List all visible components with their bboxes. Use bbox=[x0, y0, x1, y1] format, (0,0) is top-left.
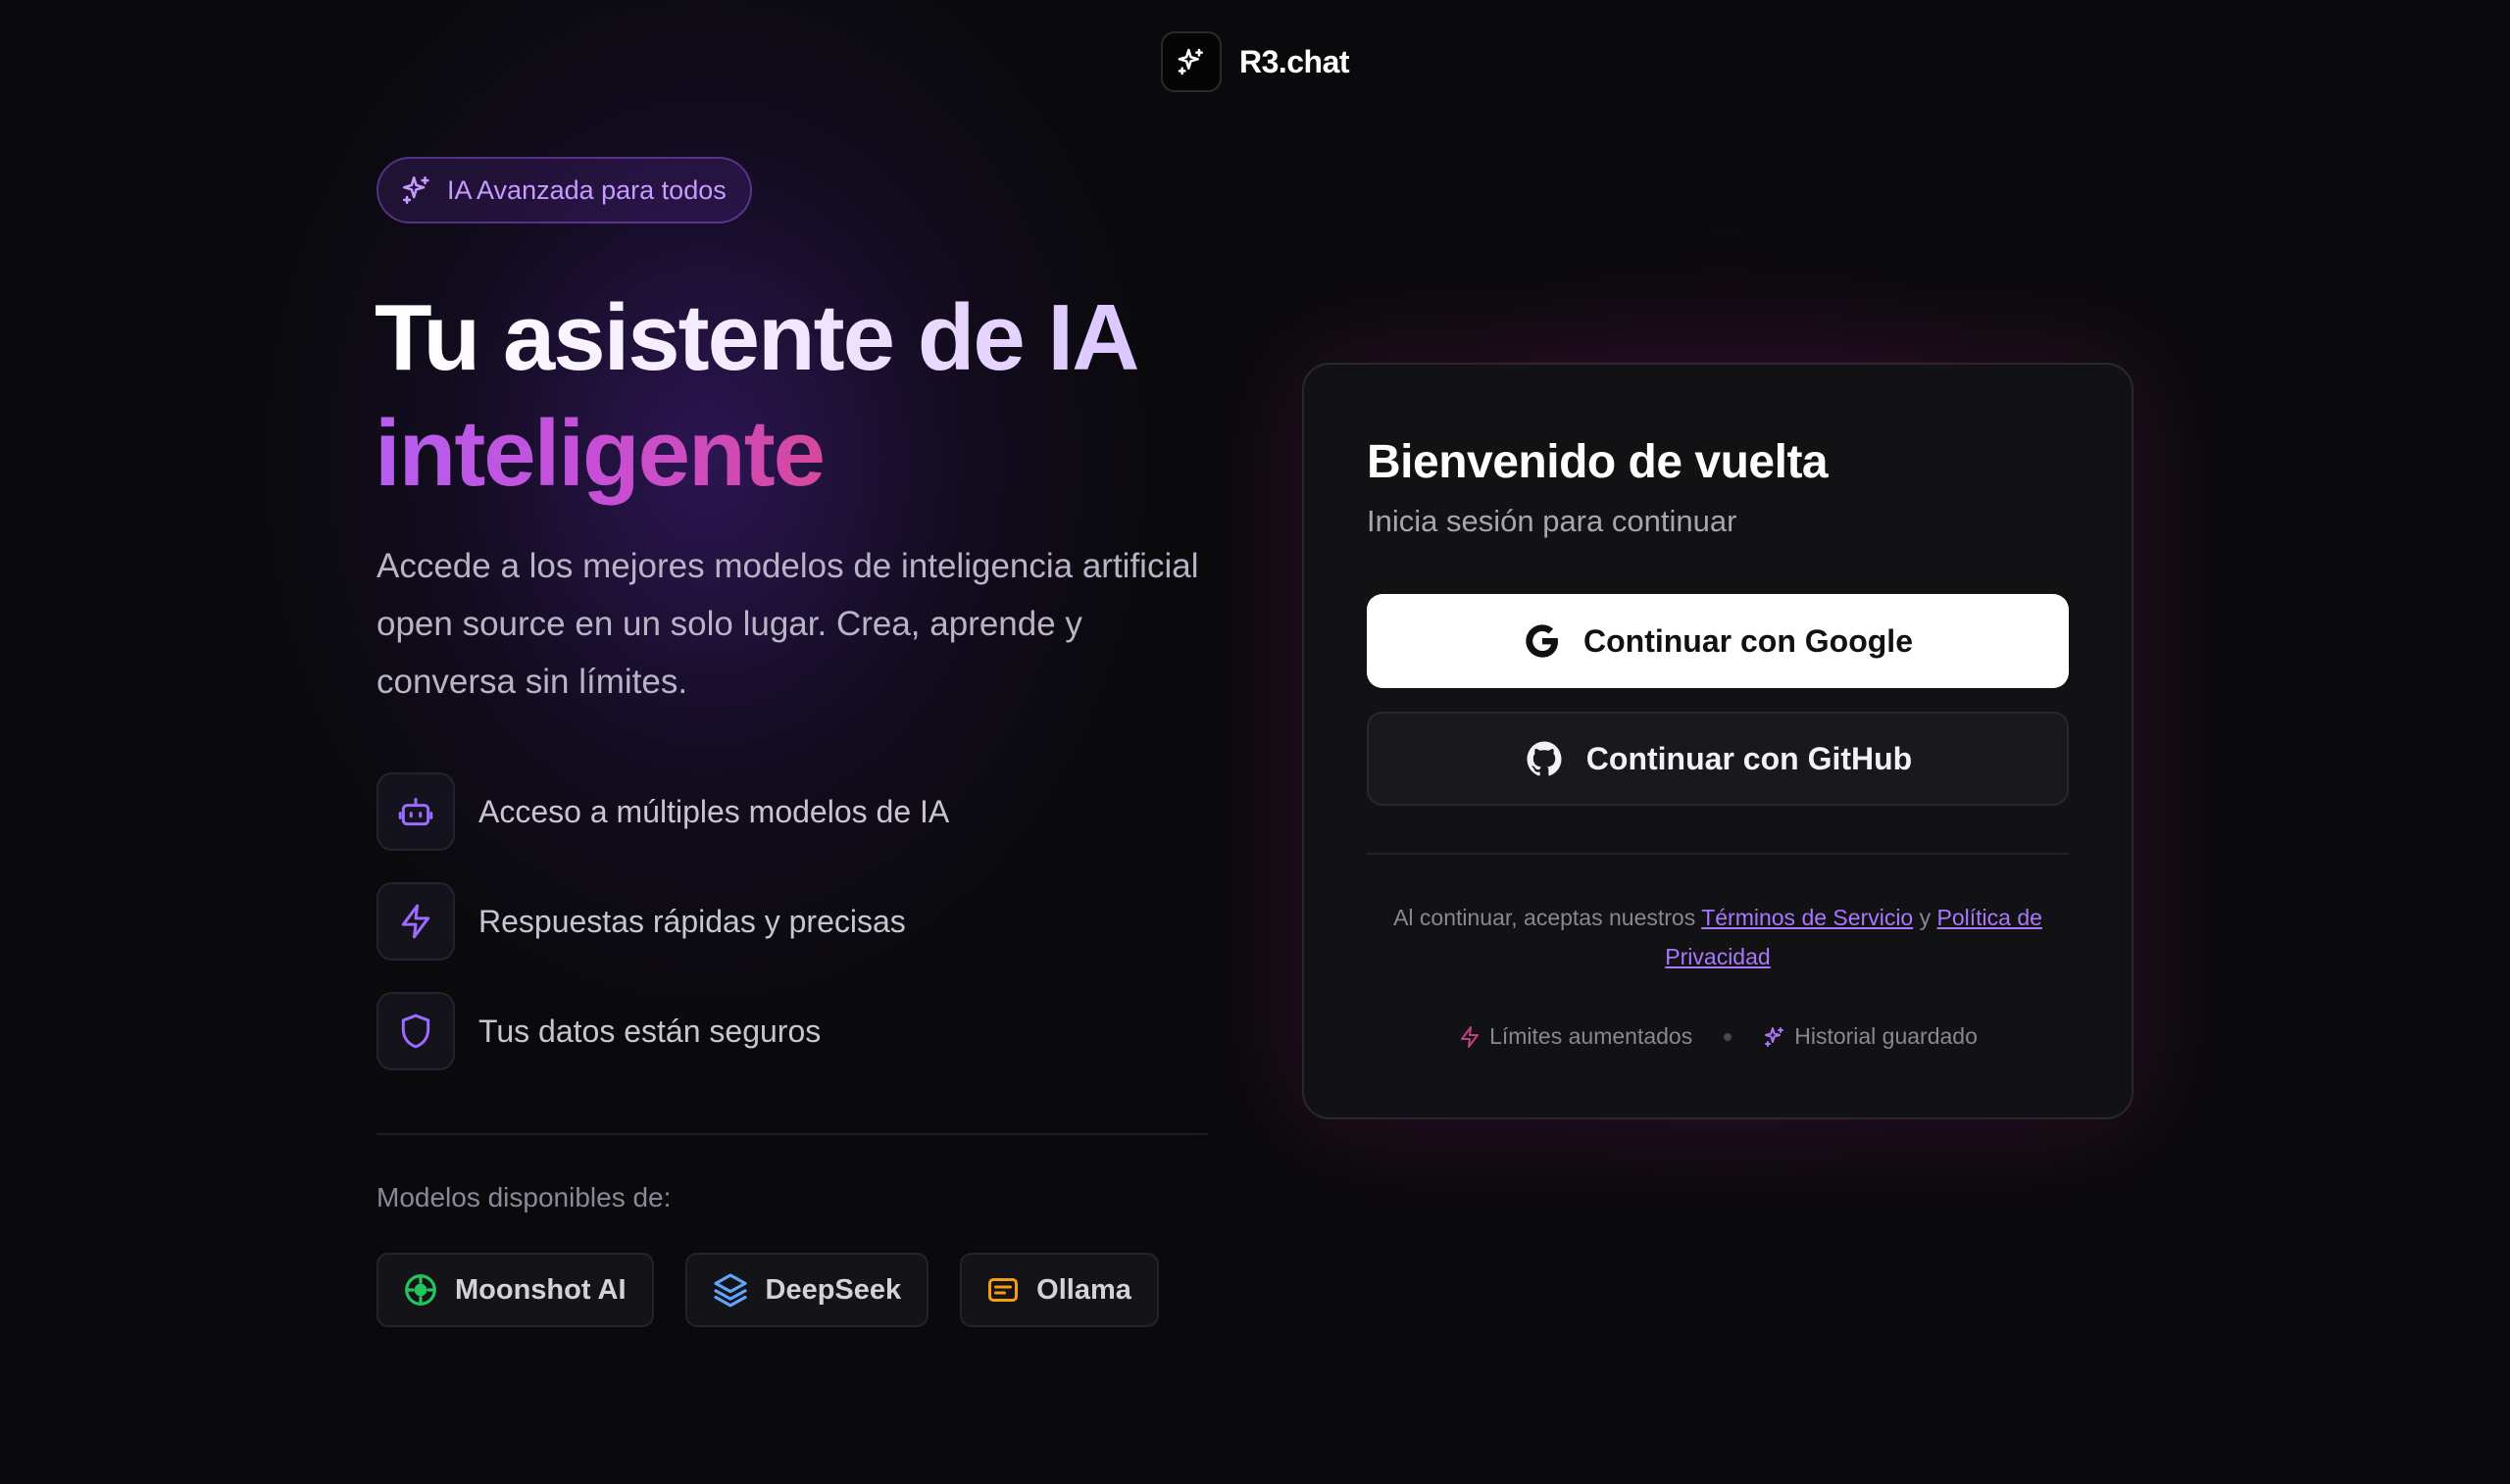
github-login-label: Continuar con GitHub bbox=[1585, 740, 1913, 776]
sparkles-icon bbox=[1178, 48, 1203, 75]
terms-and: y bbox=[1919, 905, 1932, 930]
section-divider bbox=[376, 1133, 1208, 1135]
feature-icon-box bbox=[376, 882, 455, 961]
card-divider bbox=[1367, 853, 2069, 855]
lightning-icon bbox=[1461, 1025, 1480, 1048]
app-title: R3.chat bbox=[1238, 43, 1350, 79]
login-card: Bienvenido de vuelta Inicia sesión para … bbox=[1302, 363, 2134, 1119]
perk-text: Historial guardado bbox=[1794, 1023, 1978, 1049]
model-providers: Moonshot AI DeepSeek Ollama bbox=[376, 1253, 1159, 1327]
feature-text: Acceso a múltiples modelos de IA bbox=[478, 793, 950, 829]
header: R3.chat bbox=[0, 31, 2510, 92]
github-login-button[interactable]: Continuar con GitHub bbox=[1367, 712, 2069, 806]
shield-icon bbox=[401, 1014, 430, 1049]
feature-icon-box bbox=[376, 992, 455, 1070]
hero-title: Tu asistente de IA bbox=[375, 285, 1139, 390]
perk-item: Límites aumentados bbox=[1458, 1023, 1692, 1050]
feature-text: Tus datos están seguros bbox=[478, 1013, 822, 1049]
perks-row: Límites aumentados Historial guardado bbox=[1367, 1023, 2069, 1050]
hero-title-highlight: inteligente bbox=[375, 401, 826, 506]
model-name: DeepSeek bbox=[765, 1273, 902, 1306]
model-chip-moonshot[interactable]: Moonshot AI bbox=[376, 1253, 654, 1327]
layers-icon bbox=[713, 1273, 747, 1308]
feature-item: Tus datos están seguros bbox=[376, 992, 1220, 1070]
sparkles-icon bbox=[1765, 1026, 1784, 1047]
model-chip-ollama[interactable]: Ollama bbox=[960, 1253, 1159, 1327]
sparkles-icon bbox=[402, 175, 429, 205]
google-login-label: Continuar con Google bbox=[1583, 622, 1913, 659]
message-square-icon bbox=[988, 1278, 1019, 1302]
terms-link[interactable]: Términos de Servicio bbox=[1701, 905, 1913, 930]
feature-item: Respuestas rápidas y precisas bbox=[376, 882, 1220, 961]
model-name: Moonshot AI bbox=[455, 1273, 627, 1306]
model-chip-deepseek[interactable]: DeepSeek bbox=[684, 1253, 929, 1327]
separator-dot bbox=[1724, 1032, 1732, 1041]
feature-list: Acceso a múltiples modelos de IA Respues… bbox=[376, 772, 1220, 1102]
google-login-button[interactable]: Continuar con Google bbox=[1367, 594, 2069, 688]
feature-text: Respuestas rápidas y precisas bbox=[478, 903, 906, 939]
login-title: Bienvenido de vuelta bbox=[1367, 436, 1829, 488]
feature-icon-box bbox=[376, 772, 455, 851]
hero-badge: IA Avanzada para todos bbox=[376, 157, 752, 223]
terms-text: Al continuar, aceptas nuestros Términos … bbox=[1367, 898, 2069, 976]
terms-prefix: Al continuar, aceptas nuestros bbox=[1393, 905, 1696, 930]
bot-icon bbox=[398, 797, 433, 826]
hero-badge-text: IA Avanzada para todos bbox=[447, 174, 727, 205]
google-icon bbox=[1526, 624, 1558, 658]
lightning-icon bbox=[401, 904, 430, 939]
app-logo[interactable] bbox=[1160, 31, 1222, 92]
model-name: Ollama bbox=[1036, 1273, 1131, 1306]
feature-item: Acceso a múltiples modelos de IA bbox=[376, 772, 1220, 851]
moonshot-icon bbox=[405, 1274, 436, 1306]
hero-description: Accede a los mejores modelos de intelige… bbox=[376, 547, 1199, 701]
perk-text: Límites aumentados bbox=[1489, 1023, 1693, 1049]
github-icon bbox=[1527, 741, 1562, 776]
login-page: R3.chat IA Avanzada para todos Tu asiste… bbox=[0, 0, 2510, 1484]
perk-item: Historial guardado bbox=[1763, 1023, 1978, 1050]
login-subtitle: Inicia sesión para continuar bbox=[1367, 504, 1737, 538]
models-label: Modelos disponibles de: bbox=[376, 1182, 672, 1212]
